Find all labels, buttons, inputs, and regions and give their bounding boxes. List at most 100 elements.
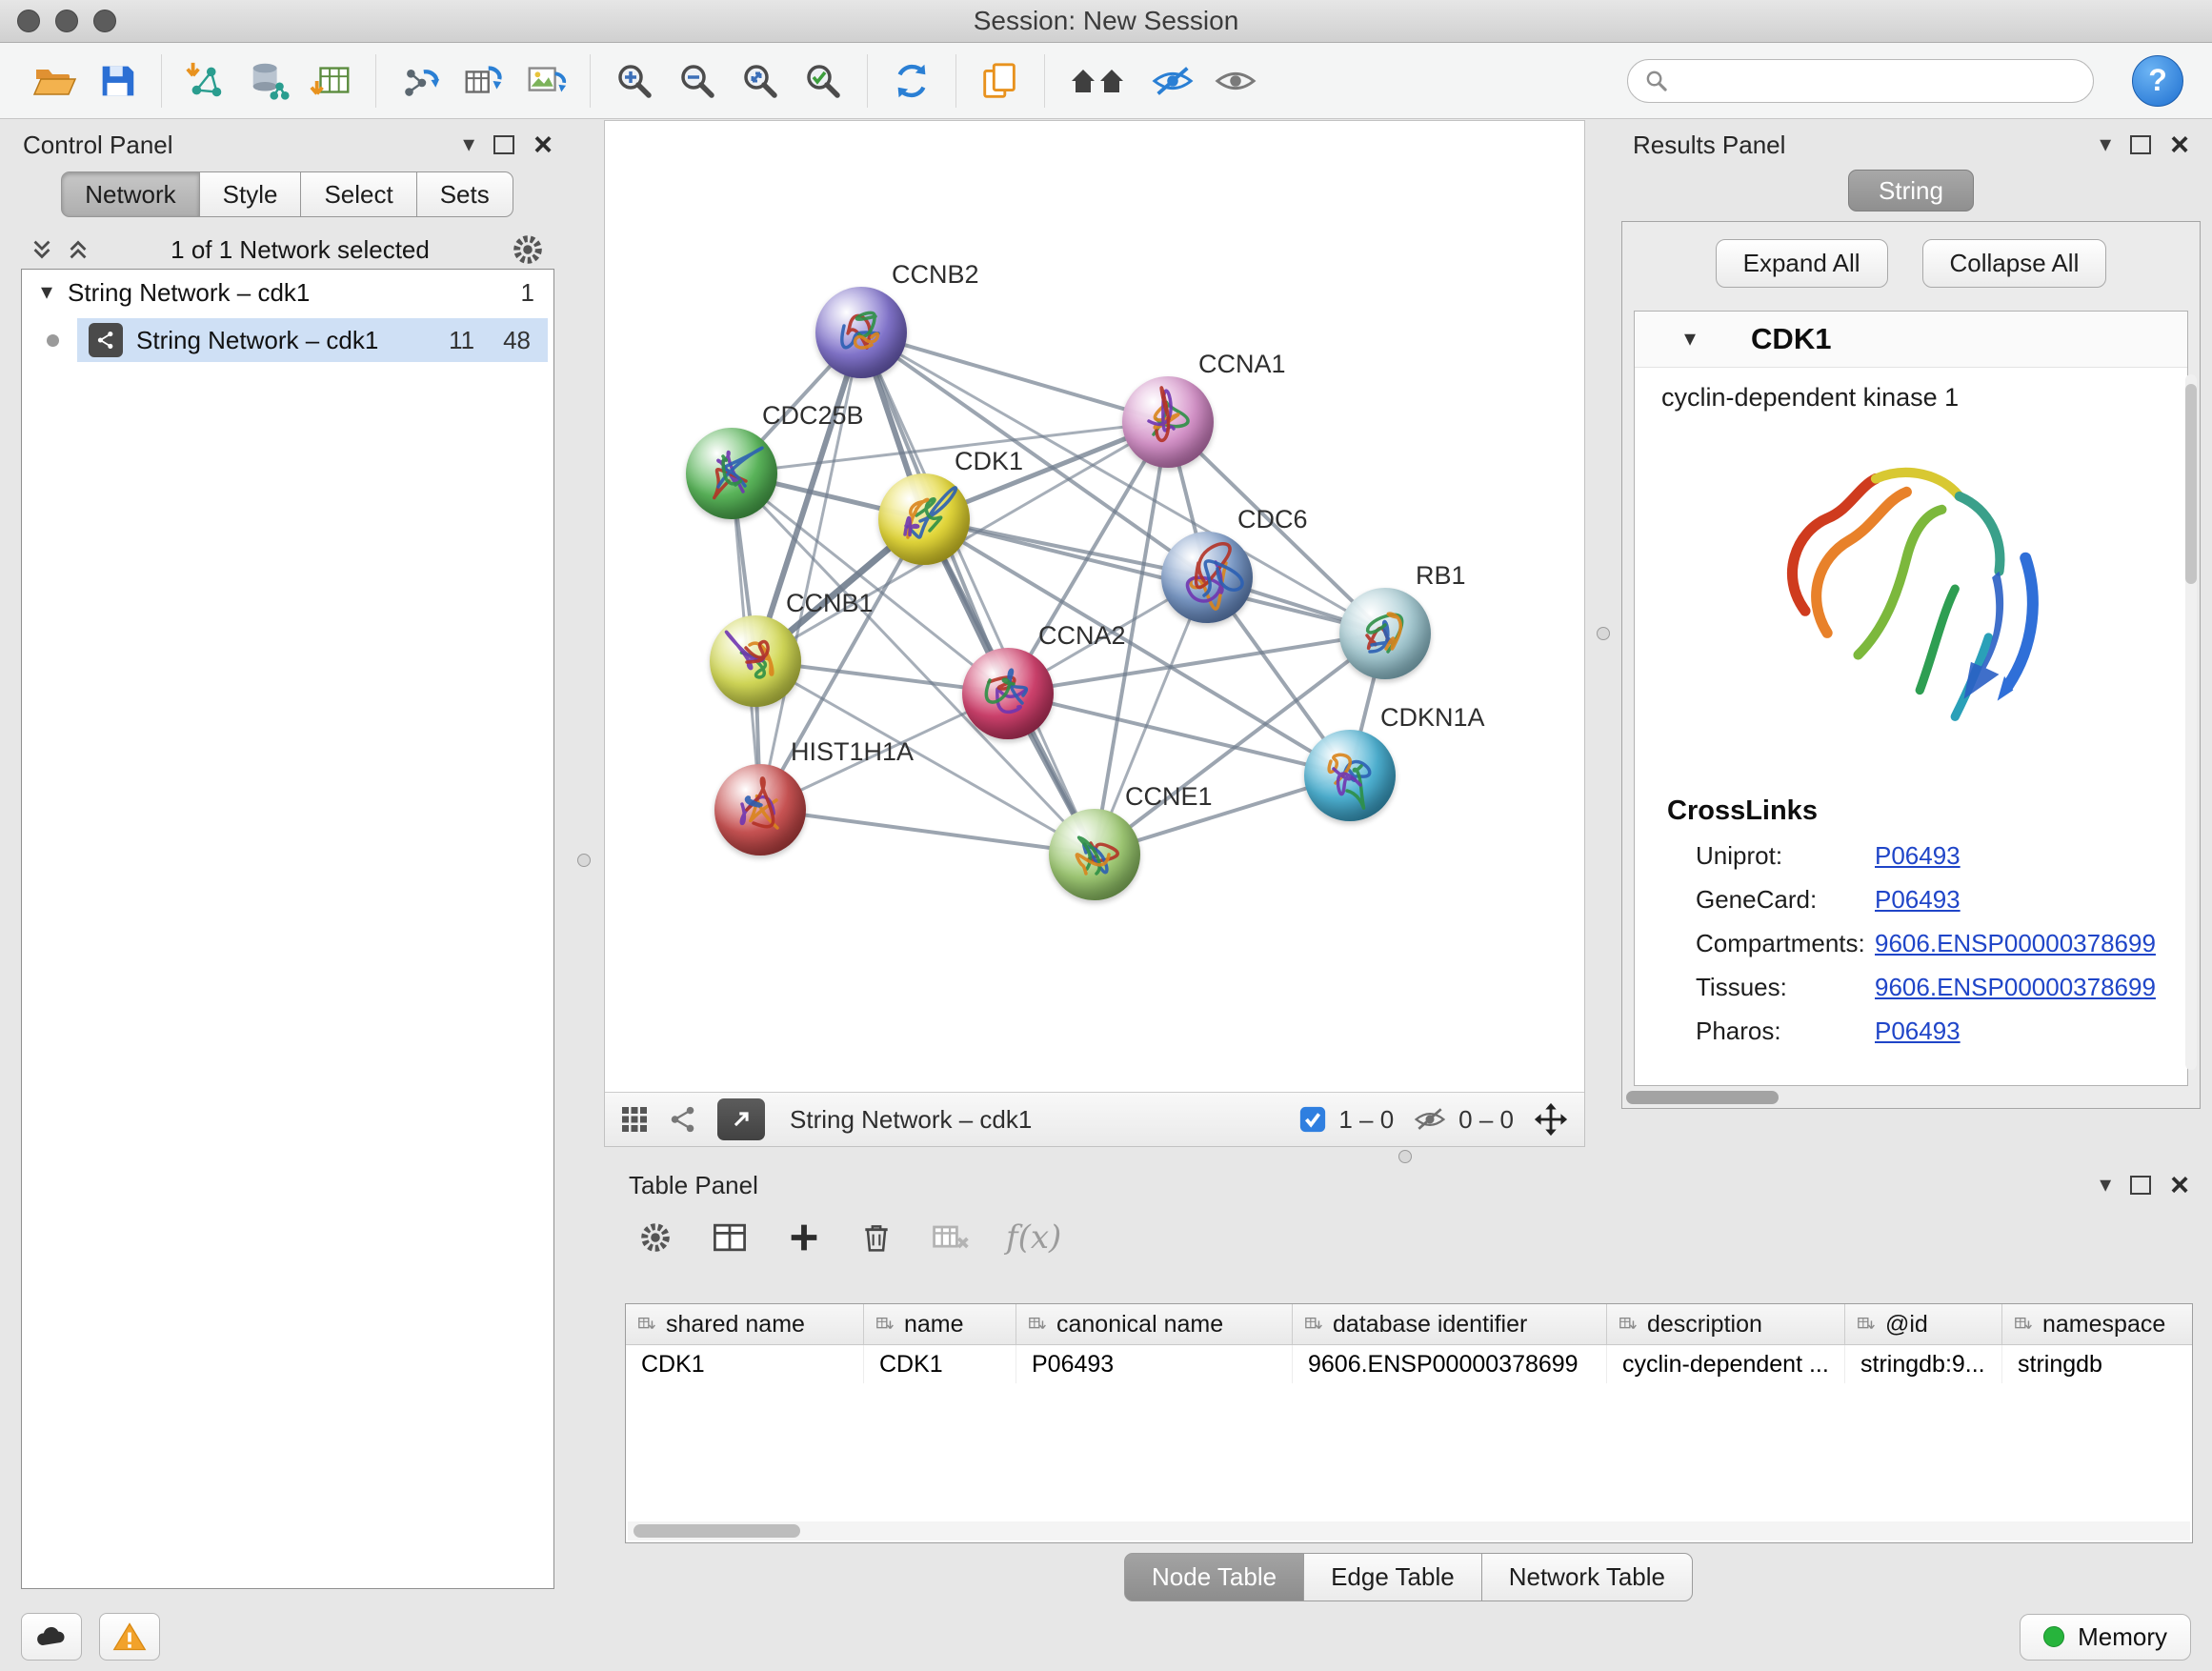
zoom-in-button[interactable] (611, 57, 658, 105)
panel-float-icon[interactable] (2130, 1176, 2151, 1195)
panel-close-icon[interactable]: × (2170, 129, 2189, 161)
tab-select[interactable]: Select (300, 171, 416, 217)
crosslink-value-link[interactable]: 9606.ENSP00000378699 (1875, 973, 2156, 1002)
network-node-CDK1[interactable] (878, 473, 970, 565)
hide-glass-effect-button[interactable] (1149, 57, 1196, 105)
memory-button[interactable]: Memory (2020, 1614, 2191, 1661)
column-header--id[interactable]: @id (1845, 1304, 2002, 1344)
network-node-CDC25B[interactable] (686, 428, 777, 519)
network-collection-row[interactable]: ▾ String Network – cdk1 1 (22, 270, 553, 315)
export-table-button[interactable] (459, 57, 507, 105)
selected-checkbox-icon[interactable] (1298, 1105, 1327, 1134)
table-cell[interactable]: CDK1 (864, 1345, 1016, 1383)
table-cell[interactable]: stringdb (2002, 1345, 2193, 1383)
hidden-eye-slash-icon[interactable] (1413, 1104, 1447, 1135)
panel-float-icon[interactable] (493, 135, 514, 154)
table-cell[interactable]: CDK1 (626, 1345, 864, 1383)
splitter-handle[interactable] (1597, 627, 1610, 640)
apply-layout-button[interactable] (888, 57, 935, 105)
export-network-button[interactable] (396, 57, 444, 105)
open-session-button[interactable] (30, 57, 78, 105)
import-table-button[interactable] (308, 57, 355, 105)
network-canvas[interactable]: CCNB2CCNA1CDC25BCDK1CDC6RB1CCNB1CCNA2CDK… (605, 121, 1584, 1092)
column-header-namespace[interactable]: namespace (2002, 1304, 2193, 1344)
network-node-HIST1H1A[interactable] (714, 764, 806, 856)
export-image-button[interactable] (522, 57, 570, 105)
tab-style[interactable]: Style (199, 171, 302, 217)
network-edge-HIST1H1A-CCNE1[interactable] (760, 809, 1095, 854)
tab-node-table[interactable]: Node Table (1124, 1553, 1304, 1601)
show-columns-icon[interactable] (709, 1217, 751, 1258)
network-node-RB1[interactable] (1339, 588, 1431, 679)
network-node-CCNB1[interactable] (710, 615, 801, 707)
tab-string[interactable]: String (1848, 170, 1974, 211)
delete-column-trash-icon[interactable] (857, 1218, 895, 1257)
crosslink-value-link[interactable]: P06493 (1875, 841, 1961, 871)
zoom-fit-button[interactable] (736, 57, 784, 105)
pan-move-icon[interactable] (1533, 1101, 1569, 1137)
tab-network-table[interactable]: Network Table (1481, 1553, 1693, 1601)
table-settings-gear-icon[interactable] (636, 1218, 674, 1257)
panel-close-icon[interactable]: × (533, 129, 553, 161)
expand-all-button[interactable]: Expand All (1716, 239, 1888, 288)
splitter-handle[interactable] (577, 854, 591, 867)
zoom-window-button[interactable] (93, 10, 116, 32)
table-data-row[interactable]: CDK1CDK1P064939606.ENSP00000378699cyclin… (626, 1345, 2192, 1383)
network-edge-CCNB2-CCNE1[interactable] (861, 332, 1095, 854)
column-header-description[interactable]: description (1607, 1304, 1845, 1344)
import-network-from-file-button[interactable] (182, 57, 230, 105)
expand-all-icon[interactable] (65, 236, 91, 263)
tab-edge-table[interactable]: Edge Table (1303, 1553, 1482, 1601)
zoom-out-button[interactable] (674, 57, 721, 105)
warnings-button[interactable] (99, 1613, 160, 1661)
copy-button[interactable] (976, 57, 1024, 105)
column-header-shared-name[interactable]: shared name (626, 1304, 864, 1344)
network-node-CCNB2[interactable] (815, 287, 907, 378)
network-node-CCNE1[interactable] (1049, 809, 1140, 900)
panel-menu-icon[interactable]: ▾ (463, 133, 474, 156)
crosslink-value-link[interactable]: 9606.ENSP00000378699 (1875, 929, 2156, 958)
results-horizontal-scrollbar[interactable] (1626, 1091, 1779, 1104)
column-header-name[interactable]: name (864, 1304, 1016, 1344)
selected-network-row[interactable]: String Network – cdk1 11 48 (77, 318, 548, 362)
table-cell[interactable]: stringdb:9... (1845, 1345, 2002, 1383)
panel-float-icon[interactable] (2130, 135, 2151, 154)
panel-close-icon[interactable]: × (2170, 1169, 2189, 1201)
gene-collapse-icon[interactable]: ▾ (1684, 328, 1696, 351)
network-node-CDC6[interactable] (1161, 532, 1253, 623)
results-vertical-scrollbar[interactable] (2185, 384, 2197, 584)
network-tree-item[interactable]: String Network – cdk1 11 48 (22, 315, 553, 365)
panel-menu-icon[interactable]: ▾ (2100, 1174, 2111, 1197)
tab-sets[interactable]: Sets (416, 171, 513, 217)
toolbar-search[interactable] (1627, 59, 2094, 103)
save-session-button[interactable] (93, 57, 141, 105)
tab-network[interactable]: Network (61, 171, 199, 217)
column-header-database-identifier[interactable]: database identifier (1293, 1304, 1607, 1344)
table-scrollbar-thumb[interactable] (633, 1524, 800, 1538)
cloud-status-button[interactable] (21, 1613, 82, 1661)
zoom-selected-button[interactable] (799, 57, 847, 105)
collapse-all-icon[interactable] (29, 236, 55, 263)
search-input[interactable] (1679, 65, 2078, 96)
network-node-CDKN1A[interactable] (1304, 730, 1396, 821)
splitter-handle[interactable] (1398, 1150, 1412, 1163)
gene-card-header[interactable]: ▾ CDK1 (1635, 312, 2187, 368)
minimize-window-button[interactable] (55, 10, 78, 32)
help-button[interactable]: ? (2132, 55, 2183, 107)
close-window-button[interactable] (17, 10, 40, 32)
table-cell[interactable]: 9606.ENSP00000378699 (1293, 1345, 1607, 1383)
detach-view-button[interactable] (717, 1098, 765, 1140)
collapse-all-button[interactable]: Collapse All (1922, 239, 2107, 288)
network-node-CCNA1[interactable] (1122, 376, 1214, 468)
panel-menu-icon[interactable]: ▾ (2100, 133, 2111, 156)
import-network-from-database-button[interactable] (245, 57, 292, 105)
table-cell[interactable]: cyclin-dependent ... (1607, 1345, 1845, 1383)
gear-icon[interactable] (509, 231, 547, 269)
network-edge-CDK1-RB1[interactable] (924, 519, 1385, 634)
column-header-canonical-name[interactable]: canonical name (1016, 1304, 1293, 1344)
table-cell[interactable]: P06493 (1016, 1345, 1293, 1383)
tree-expander-icon[interactable]: ▾ (41, 281, 52, 304)
show-glass-effect-button[interactable] (1212, 57, 1259, 105)
crosslink-value-link[interactable]: P06493 (1875, 1017, 1961, 1046)
add-column-plus-icon[interactable] (785, 1218, 823, 1257)
